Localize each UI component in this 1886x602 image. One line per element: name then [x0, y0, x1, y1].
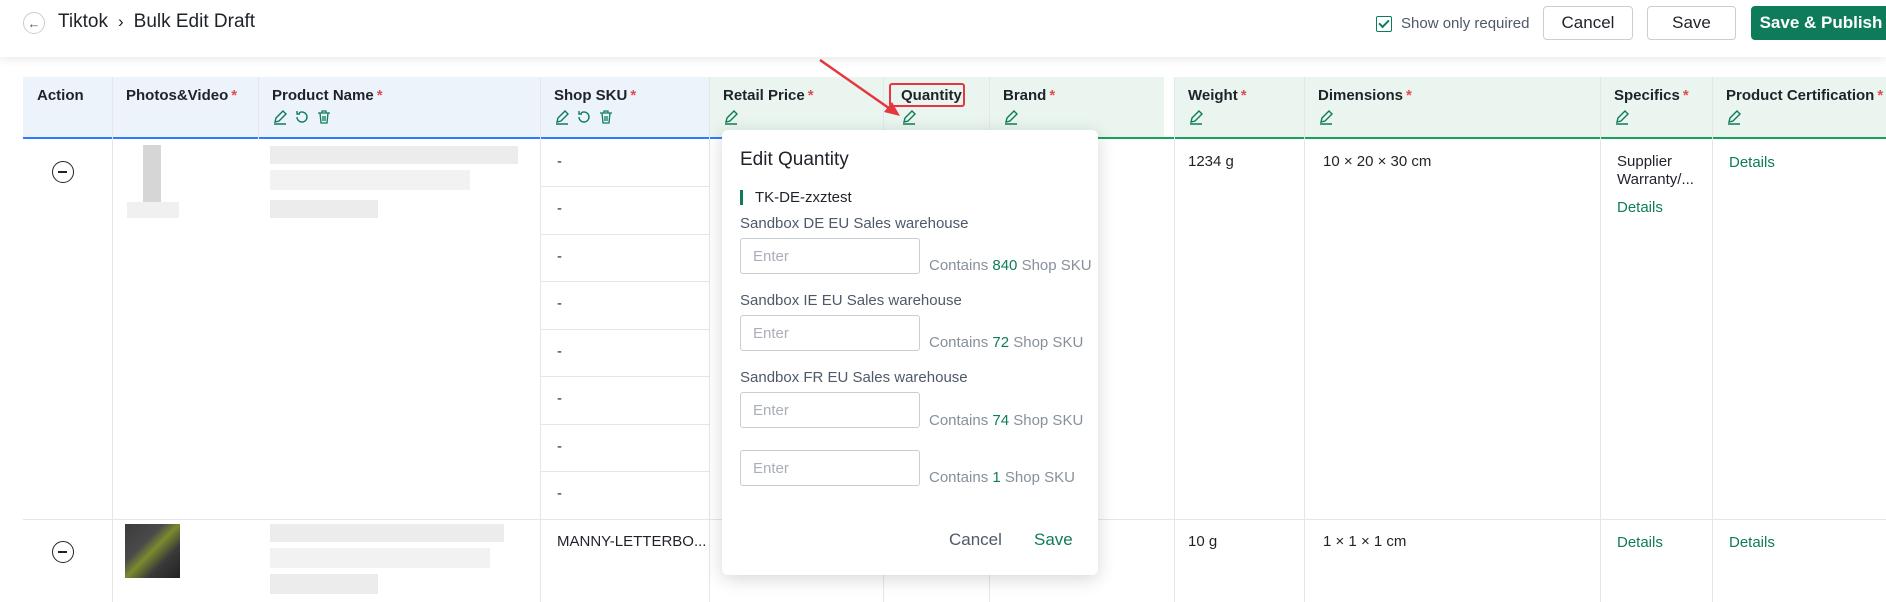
- breadcrumb-root[interactable]: Tiktok: [58, 11, 108, 33]
- save-button[interactable]: Save: [1647, 6, 1736, 40]
- top-bar: ← Tiktok › Bulk Edit Draft Show only req…: [0, 0, 1886, 57]
- sku-value[interactable]: -: [557, 343, 562, 360]
- grid-line: [1712, 77, 1713, 602]
- product-name-redacted: [270, 524, 504, 542]
- sku-value[interactable]: -: [557, 438, 562, 455]
- grid-line: [540, 376, 709, 377]
- dimensions-value[interactable]: 10 × 20 × 30 cm: [1323, 153, 1431, 170]
- chevron-right-icon: ›: [117, 12, 124, 31]
- contains-suffix: Shop SKU: [1021, 257, 1092, 274]
- grid-line: [1174, 77, 1175, 602]
- show-only-required-toggle[interactable]: Show only required: [1376, 15, 1529, 32]
- remove-row-icon[interactable]: [52, 541, 74, 563]
- dimensions-value[interactable]: 1 × 1 × 1 cm: [1323, 533, 1406, 550]
- specifics-value: Supplier Warranty/...: [1617, 153, 1694, 188]
- quantity-input[interactable]: [740, 392, 920, 428]
- edit-quantity-popover: Edit Quantity TK-DE-zxztest Sandbox DE E…: [722, 130, 1098, 575]
- sku-value[interactable]: -: [557, 200, 562, 217]
- contains-suffix: Shop SKU: [1004, 469, 1075, 486]
- product-thumbnail: [125, 524, 180, 578]
- sku-count: 74: [992, 412, 1010, 429]
- certification-details-link[interactable]: Details: [1729, 534, 1775, 551]
- warehouse-label: Sandbox IE EU Sales warehouse: [740, 292, 962, 309]
- grid-line: [1304, 77, 1305, 602]
- sku-count: 840: [992, 257, 1018, 274]
- quantity-input[interactable]: [740, 315, 920, 351]
- quantity-input[interactable]: [740, 450, 920, 486]
- sku-value[interactable]: MANNY-LETTERBO...: [557, 533, 706, 550]
- grid-line: [709, 77, 710, 602]
- sku-value[interactable]: -: [557, 153, 562, 170]
- product-thumbnail: [143, 145, 161, 202]
- contains-prefix: Contains: [929, 257, 989, 274]
- remove-row-icon[interactable]: [52, 161, 74, 183]
- popover-save-button[interactable]: Save: [1034, 530, 1073, 550]
- grid-line: [1600, 77, 1601, 602]
- warehouse-label: Sandbox FR EU Sales warehouse: [740, 369, 968, 386]
- popover-cancel-button[interactable]: Cancel: [949, 530, 1002, 550]
- certification-details-link[interactable]: Details: [1729, 154, 1775, 171]
- grid-line: [540, 329, 709, 330]
- sku-value[interactable]: -: [557, 485, 562, 502]
- contains-prefix: Contains: [929, 412, 989, 429]
- sku-count-note: Contains 74 Shop SKU: [929, 412, 1083, 429]
- product-name-redacted: [270, 146, 518, 164]
- sku-value[interactable]: -: [557, 248, 562, 265]
- cancel-button[interactable]: Cancel: [1543, 6, 1633, 40]
- contains-prefix: Contains: [929, 334, 989, 351]
- grid-line: [540, 186, 709, 187]
- grid-line: [540, 471, 709, 472]
- product-thumbnail-caption: [127, 202, 179, 218]
- sku-count: 1: [992, 469, 1001, 486]
- product-name-redacted: [270, 548, 490, 568]
- product-name-redacted: [270, 170, 470, 190]
- product-name-redacted: [270, 200, 378, 218]
- sku-count: 72: [992, 334, 1010, 351]
- shop-name: TK-DE-zxztest: [740, 190, 852, 205]
- sku-count-note: Contains 72 Shop SKU: [929, 334, 1083, 351]
- warehouse-label: Sandbox DE EU Sales warehouse: [740, 215, 969, 232]
- back-arrow-icon[interactable]: ←: [23, 12, 45, 34]
- contains-suffix: Shop SKU: [1013, 412, 1084, 429]
- sku-value[interactable]: -: [557, 390, 562, 407]
- weight-value[interactable]: 1234 g: [1188, 153, 1234, 170]
- show-only-required-label: Show only required: [1401, 15, 1530, 32]
- sku-value[interactable]: -: [557, 295, 562, 312]
- grid-line: [112, 77, 113, 602]
- save-publish-button[interactable]: Save & Publish: [1751, 6, 1886, 40]
- sku-count-note: Contains 1 Shop SKU: [929, 469, 1075, 486]
- contains-prefix: Contains: [929, 469, 989, 486]
- grid-line: [540, 424, 709, 425]
- weight-value[interactable]: 10 g: [1188, 533, 1217, 550]
- grid-line: [540, 234, 709, 235]
- breadcrumb: Tiktok › Bulk Edit Draft: [58, 11, 255, 33]
- checkbox-checked-icon[interactable]: [1376, 15, 1392, 32]
- grid-line: [540, 77, 541, 602]
- contains-suffix: Shop SKU: [1013, 334, 1084, 351]
- page-title: Bulk Edit Draft: [133, 11, 256, 32]
- grid-line: [540, 281, 709, 282]
- popover-title: Edit Quantity: [740, 149, 849, 170]
- quantity-input[interactable]: [740, 238, 920, 274]
- specifics-details-link[interactable]: Details: [1617, 534, 1663, 551]
- sku-count-note: Contains 840 Shop SKU: [929, 257, 1092, 274]
- product-name-redacted: [270, 574, 378, 594]
- specifics-details-link[interactable]: Details: [1617, 199, 1663, 216]
